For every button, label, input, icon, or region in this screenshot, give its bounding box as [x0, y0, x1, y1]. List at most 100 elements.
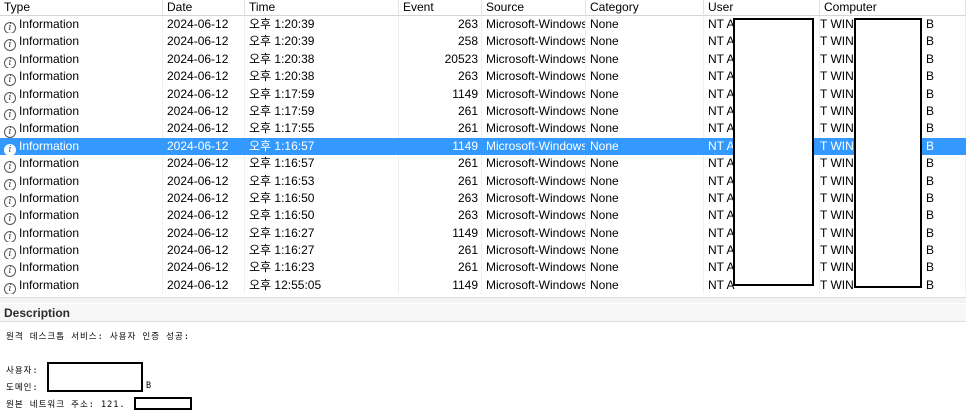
- cell-computer-suffix: B: [926, 34, 935, 49]
- table-row[interactable]: i Information 2024-06-12 오후 1:16:27 261 Micro…: [0, 242, 966, 260]
- cell-event-id: 1149: [399, 137, 482, 156]
- cell-source: Microsoft-Windows-: [482, 259, 586, 277]
- column-header-source[interactable]: Source: [482, 0, 586, 16]
- cell-date: 2024-06-12: [163, 120, 245, 138]
- cell-computer-suffix: B: [926, 17, 935, 31]
- cell-type: i Information: [0, 33, 163, 51]
- cell-time: 오후 1:20:39: [245, 16, 399, 34]
- cell-type-label: Information: [19, 190, 80, 205]
- cell-category: None: [586, 137, 704, 156]
- info-circle-icon: i: [4, 39, 16, 51]
- table-row-selected[interactable]: i Information 2024-06-12 오후 1:16:57 1149 Micr…: [0, 137, 966, 156]
- cell-type-label: Information: [19, 260, 80, 275]
- cell-type-label: Information: [19, 277, 80, 292]
- cell-type: i Information: [0, 85, 163, 103]
- redaction-box-address: [134, 397, 192, 410]
- cell-event-id: 263: [399, 16, 482, 34]
- cell-event-id: 261: [399, 120, 482, 138]
- column-header-event[interactable]: Event: [399, 0, 482, 16]
- cell-computer-prefix: T WIN-: [820, 173, 858, 188]
- column-header-date[interactable]: Date: [163, 0, 245, 16]
- cell-time: 오후 1:16:50: [245, 189, 399, 208]
- column-header-row: Type Date Time Event Source Category Use…: [0, 0, 966, 16]
- cell-type-label: Information: [19, 156, 80, 171]
- cell-event-id: 258: [399, 33, 482, 51]
- cell-category: None: [586, 189, 704, 208]
- table-row[interactable]: i Information 2024-06-12 오후 1:20:39 263 Micro…: [0, 16, 966, 34]
- cell-category: None: [586, 50, 704, 69]
- cell-computer-prefix: T WIN-: [820, 34, 858, 49]
- cell-category: None: [586, 224, 704, 243]
- cell-computer-suffix: B: [926, 260, 935, 275]
- cell-date: 2024-06-12: [163, 172, 245, 190]
- cell-type-label: Information: [19, 86, 80, 101]
- table-row[interactable]: i Information 2024-06-12 오후 1:20:38 263 Micro…: [0, 68, 966, 86]
- cell-computer-prefix: T WIN-: [820, 121, 858, 136]
- cell-type: i Information: [0, 120, 163, 138]
- column-header-computer[interactable]: Computer: [820, 0, 966, 16]
- info-circle-icon: i: [4, 161, 16, 173]
- cell-computer-prefix: T WIN-: [820, 138, 858, 153]
- cell-time: 오후 1:16:27: [245, 224, 399, 243]
- cell-computer-suffix: B: [926, 103, 935, 118]
- cell-date: 2024-06-12: [163, 85, 245, 103]
- cell-computer-suffix: B: [926, 138, 935, 153]
- cell-event-id: 261: [399, 155, 482, 173]
- cell-time: 오후 1:16:50: [245, 207, 399, 225]
- table-row[interactable]: i Information 2024-06-12 오후 1:16:23 261 Micro…: [0, 259, 966, 277]
- cell-type: i Information: [0, 155, 163, 173]
- cell-computer-suffix: B: [926, 69, 935, 84]
- cell-event-id: 1149: [399, 224, 482, 243]
- cell-computer-prefix: T WIN-: [820, 103, 858, 118]
- table-row[interactable]: i Information 2024-06-12 오후 1:17:59 261 Micro…: [0, 102, 966, 121]
- cell-type: i Information: [0, 16, 163, 34]
- table-row[interactable]: i Information 2024-06-12 오후 1:17:55 261 Micro…: [0, 120, 966, 138]
- cell-type: i Information: [0, 137, 163, 156]
- cell-time: 오후 1:20:38: [245, 68, 399, 86]
- cell-category: None: [586, 33, 704, 51]
- cell-type-label: Information: [19, 243, 80, 258]
- cell-computer-suffix: B: [926, 121, 935, 136]
- column-header-category[interactable]: Category: [586, 0, 704, 16]
- table-row[interactable]: i Information 2024-06-12 오후 12:55:05 1149 Mic…: [0, 276, 966, 295]
- column-header-type[interactable]: Type: [0, 0, 163, 16]
- table-row[interactable]: i Information 2024-06-12 오후 1:16:50 263 Micro…: [0, 189, 966, 208]
- table-row[interactable]: i Information 2024-06-12 오후 1:16:57 261 Micro…: [0, 155, 966, 173]
- column-header-time[interactable]: Time: [245, 0, 399, 16]
- table-row[interactable]: i Information 2024-06-12 오후 1:16:27 1149 Micr…: [0, 224, 966, 243]
- cell-computer-prefix: T WIN-: [820, 156, 858, 171]
- cell-computer-prefix: T WIN-: [820, 86, 858, 101]
- cell-computer-suffix: B: [926, 173, 935, 188]
- pane-splitter[interactable]: [0, 297, 966, 303]
- cell-source: Microsoft-Windows-: [482, 189, 586, 208]
- cell-type-label: Information: [19, 51, 80, 66]
- table-row[interactable]: i Information 2024-06-12 오후 1:16:50 263 Micro…: [0, 207, 966, 225]
- table-row[interactable]: i Information 2024-06-12 오후 1:16:53 261 Micro…: [0, 172, 966, 190]
- cell-date: 2024-06-12: [163, 224, 245, 243]
- cell-date: 2024-06-12: [163, 207, 245, 225]
- description-user-label: 사용자:: [6, 366, 39, 376]
- table-row[interactable]: i Information 2024-06-12 오후 1:20:39 258 Micro…: [0, 33, 966, 51]
- cell-computer-suffix: B: [926, 225, 935, 240]
- cell-computer-suffix: B: [926, 51, 935, 66]
- cell-time: 오후 1:17:59: [245, 102, 399, 121]
- redaction-box-username: [47, 362, 143, 392]
- cell-computer-suffix: B: [926, 243, 935, 258]
- cell-type: i Information: [0, 242, 163, 260]
- description-line-1: 원격 데스크톱 서비스: 사용자 인증 성공:: [6, 332, 190, 342]
- column-header-user[interactable]: User: [704, 0, 820, 16]
- cell-computer-prefix: T WIN-: [820, 208, 858, 223]
- cell-source: Microsoft-Windows-: [482, 137, 586, 156]
- cell-type: i Information: [0, 189, 163, 208]
- cell-type: i Information: [0, 68, 163, 86]
- cell-type: i Information: [0, 172, 163, 190]
- table-row[interactable]: i Information 2024-06-12 오후 1:17:59 1149 Micr…: [0, 85, 966, 103]
- cell-date: 2024-06-12: [163, 242, 245, 260]
- cell-category: None: [586, 276, 704, 295]
- cell-date: 2024-06-12: [163, 276, 245, 295]
- table-row[interactable]: i Information 2024-06-12 오후 1:20:38 20523 Mic…: [0, 50, 966, 69]
- event-list: Type Date Time Event Source Category Use…: [0, 0, 966, 295]
- info-circle-icon: i: [4, 248, 16, 260]
- cell-category: None: [586, 242, 704, 260]
- cell-type: i Information: [0, 50, 163, 69]
